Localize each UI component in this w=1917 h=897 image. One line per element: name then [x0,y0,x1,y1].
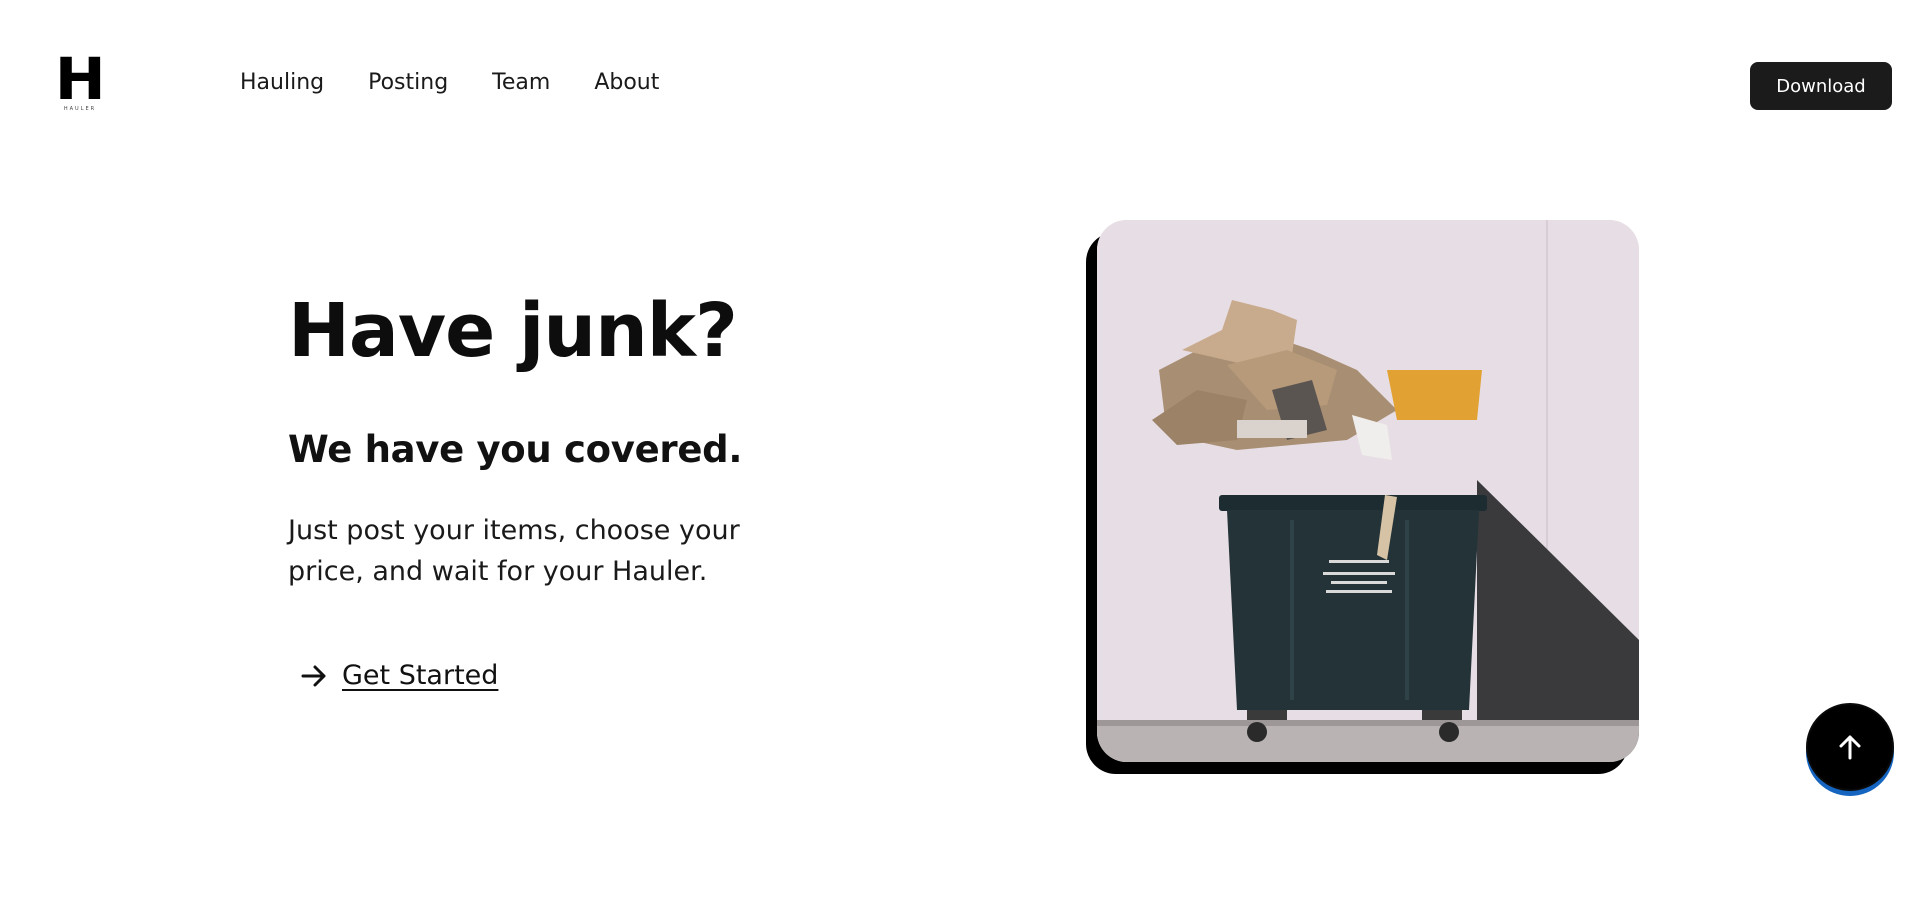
scroll-to-top-button[interactable] [1806,703,1894,791]
hero-title: Have junk? [288,288,738,374]
dumpster-image [1097,220,1639,762]
arrow-up-icon [1839,735,1861,760]
get-started-link[interactable]: Get Started [300,660,498,691]
hero-description: Just post your items, choose your price,… [288,515,740,587]
main-nav: Hauling Posting Team About [240,70,659,95]
hero-subtitle: We have you covered. [288,428,743,471]
nav-team[interactable]: Team [492,70,550,95]
nav-posting[interactable]: Posting [368,70,448,95]
download-button[interactable]: Download [1750,62,1892,110]
arrow-right-icon [301,665,326,686]
hauler-logo[interactable]: H HAULER [54,45,106,113]
get-started-label: Get Started [342,660,499,691]
logo-mark: H [54,45,106,113]
nav-about[interactable]: About [594,70,659,95]
nav-hauling[interactable]: Hauling [240,70,324,95]
